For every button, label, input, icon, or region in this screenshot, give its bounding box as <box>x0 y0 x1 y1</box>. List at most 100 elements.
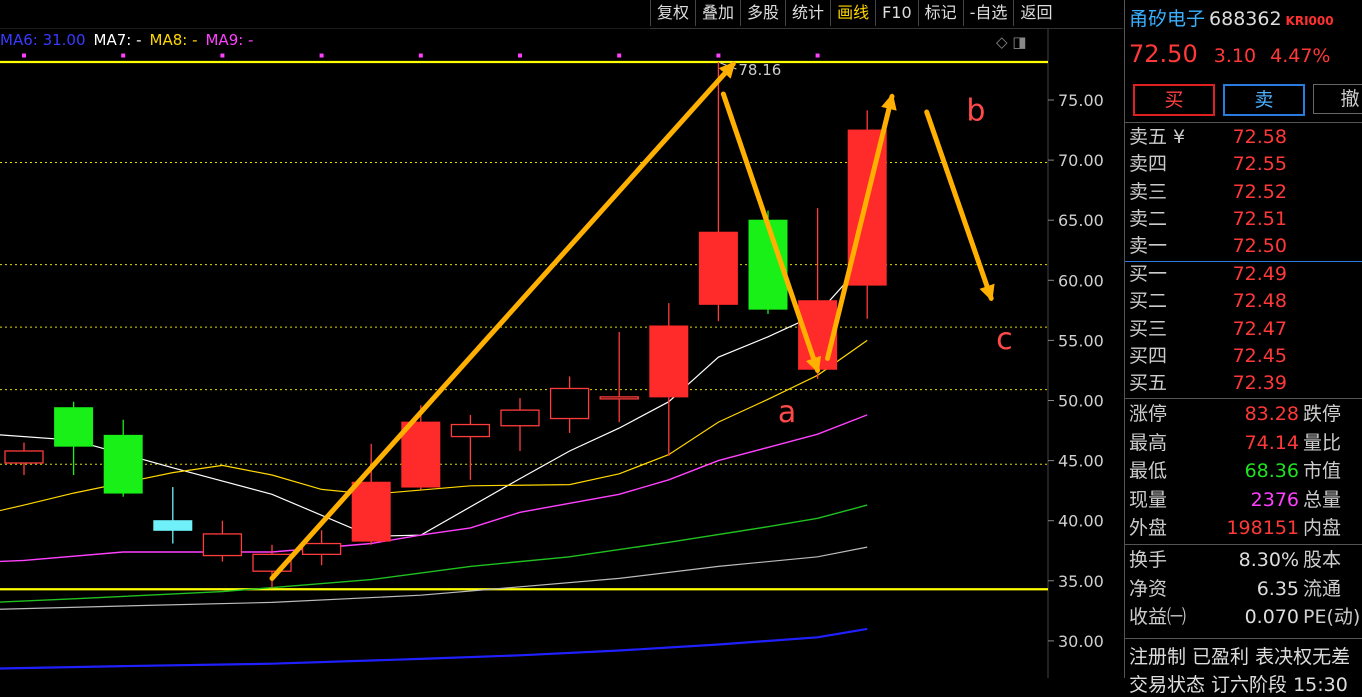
order-level-label: 卖二 <box>1129 207 1168 230</box>
candle-body[interactable] <box>301 542 342 556</box>
toolbar-button-2[interactable]: 多股 <box>740 0 785 26</box>
wave-arrow[interactable] <box>924 109 995 302</box>
candle-body[interactable] <box>103 434 143 494</box>
order-price: 72.39 <box>1232 372 1287 395</box>
ma-legend-item: MA6: 31.00 <box>0 31 86 49</box>
order-price: 72.47 <box>1232 317 1287 340</box>
marker-dot <box>418 53 423 58</box>
stock-code: 688362 <box>1209 8 1282 30</box>
candle-body[interactable] <box>401 421 441 488</box>
marker-dot <box>319 53 324 58</box>
marker-dot <box>617 53 622 58</box>
order-book-row[interactable]: 买二 72.48 <box>1125 288 1362 315</box>
divider <box>1125 122 1362 123</box>
toolbar-button-4[interactable]: 画线 <box>830 0 875 26</box>
order-book-row[interactable]: 卖五 ¥ 72.58 <box>1125 124 1362 151</box>
candle-body[interactable] <box>54 407 94 447</box>
stat-label: 净资 <box>1129 577 1168 600</box>
toolbar-button-6[interactable]: 标记 <box>917 0 963 26</box>
trading-status: 交易状态 订六阶段 15:30 <box>1129 674 1348 696</box>
toolbar-button-7[interactable]: -自选 <box>962 0 1014 26</box>
order-level-label: 买一 <box>1129 263 1168 285</box>
order-book-row[interactable]: 买四 72.45 <box>1125 343 1362 370</box>
stat-label-2: PE(动) <box>1303 606 1361 629</box>
stat-label-2: 总量 <box>1303 488 1342 511</box>
order-level-label: 卖一 <box>1129 235 1168 258</box>
order-price: 72.50 <box>1232 235 1287 258</box>
order-price: 72.49 <box>1232 263 1287 285</box>
order-book-row[interactable]: 卖二 72.51 <box>1125 206 1362 233</box>
order-level-label: 买五 <box>1129 372 1168 395</box>
chart-tool-icons[interactable]: ◇ ◨ <box>996 33 1026 51</box>
candle-body[interactable] <box>4 450 44 464</box>
divider <box>1125 261 1362 262</box>
stat-label-2: 股本 <box>1303 549 1342 571</box>
wave-label: a <box>778 395 796 430</box>
stat-label: 收益㈠ <box>1129 606 1187 629</box>
kr-badge: KRI000 <box>1285 14 1334 28</box>
order-price: 72.55 <box>1232 153 1287 176</box>
toolbar-button-1[interactable]: 叠加 <box>695 0 740 26</box>
order-book-row[interactable]: 买五 72.39 <box>1125 370 1362 397</box>
wave-arrow[interactable] <box>269 61 736 581</box>
cancel-order-button[interactable]: 撤 <box>1313 84 1362 114</box>
y-tick-label: 45.00 <box>1058 452 1104 471</box>
ma-line <box>0 546 868 610</box>
toolbar-button-3[interactable]: 统计 <box>785 0 830 26</box>
stat-label: 涨停 <box>1129 403 1168 425</box>
stat-row: 最低 68.36 市值 <box>1125 457 1362 485</box>
order-price: 72.52 <box>1232 180 1287 203</box>
candle-body[interactable] <box>549 387 590 420</box>
trade-buttons: 买 卖 撤 <box>1133 84 1362 116</box>
stat-row: 收益㈠ 0.070 PE(动) <box>1125 603 1362 631</box>
order-book-row[interactable]: 卖四 72.55 <box>1125 151 1362 178</box>
candle-body[interactable] <box>153 520 193 531</box>
ma-legend-item: MA9: - <box>205 31 254 49</box>
ma-legend: MA6: 31.00 MA7: - MA8: - MA9: - <box>0 31 261 49</box>
marker-dot <box>220 53 225 58</box>
candle-body[interactable] <box>599 396 639 400</box>
candle-body[interactable] <box>351 481 391 542</box>
toolbar-button-0[interactable]: 复权 <box>650 0 695 26</box>
order-level-label: 买二 <box>1129 290 1168 313</box>
candle-body[interactable] <box>649 325 689 398</box>
ma-legend-item: MA8: - <box>149 31 198 49</box>
order-book-row[interactable]: 买三 72.47 <box>1125 316 1362 343</box>
marker-dot <box>815 53 820 58</box>
candle-body[interactable] <box>500 409 540 427</box>
y-tick-label: 40.00 <box>1058 512 1104 531</box>
stock-title: 甬矽电子 688362 KRI000 <box>1129 4 1334 31</box>
order-price: 72.45 <box>1232 344 1287 367</box>
ma-legend-item: MA7: - <box>93 31 142 49</box>
stat-row: 外盘 198151 内盘 <box>1125 514 1362 542</box>
candle-body[interactable] <box>202 533 243 557</box>
y-tick-label: 50.00 <box>1058 392 1104 411</box>
marker-dot <box>121 53 126 58</box>
stat-value: 83.28 <box>1244 403 1299 425</box>
divider <box>1125 398 1362 399</box>
stat-row: 净资 6.35 流通 <box>1125 575 1362 603</box>
marker-dot <box>716 53 721 58</box>
stat-value: 74.14 <box>1244 431 1299 454</box>
candle-body[interactable] <box>450 423 491 438</box>
stock-name: 甬矽电子 <box>1129 8 1206 30</box>
order-level-label: 卖五 ¥ <box>1129 126 1186 148</box>
wave-label: c <box>996 322 1013 357</box>
order-book-row[interactable]: 买一 72.49 <box>1125 261 1362 288</box>
y-tick-label: 60.00 <box>1058 271 1104 290</box>
order-price: 72.58 <box>1232 126 1287 148</box>
toolbar-button-8[interactable]: 返回 <box>1013 0 1058 26</box>
order-book-row[interactable]: 卖一 72.50 <box>1125 233 1362 260</box>
kline-chart[interactable]: 75.00 70.00 65.00 60.00 55.00 50.00 45.00 40.00… <box>0 28 1124 678</box>
stat-row: 换手 8.30% 股本 <box>1125 546 1362 574</box>
toolbar-button-5[interactable]: F10 <box>875 0 918 26</box>
stat-row: 现量 2376 总量 <box>1125 486 1362 514</box>
stat-label: 外盘 <box>1129 517 1168 540</box>
stat-label-2: 内盘 <box>1303 517 1342 540</box>
candle-body[interactable] <box>698 231 738 305</box>
order-book-row[interactable]: 卖三 72.52 <box>1125 179 1362 206</box>
y-tick-label: 35.00 <box>1058 572 1104 591</box>
buy-button[interactable]: 买 <box>1133 84 1215 116</box>
y-tick-label: 70.00 <box>1058 151 1104 170</box>
sell-button[interactable]: 卖 <box>1223 84 1305 116</box>
